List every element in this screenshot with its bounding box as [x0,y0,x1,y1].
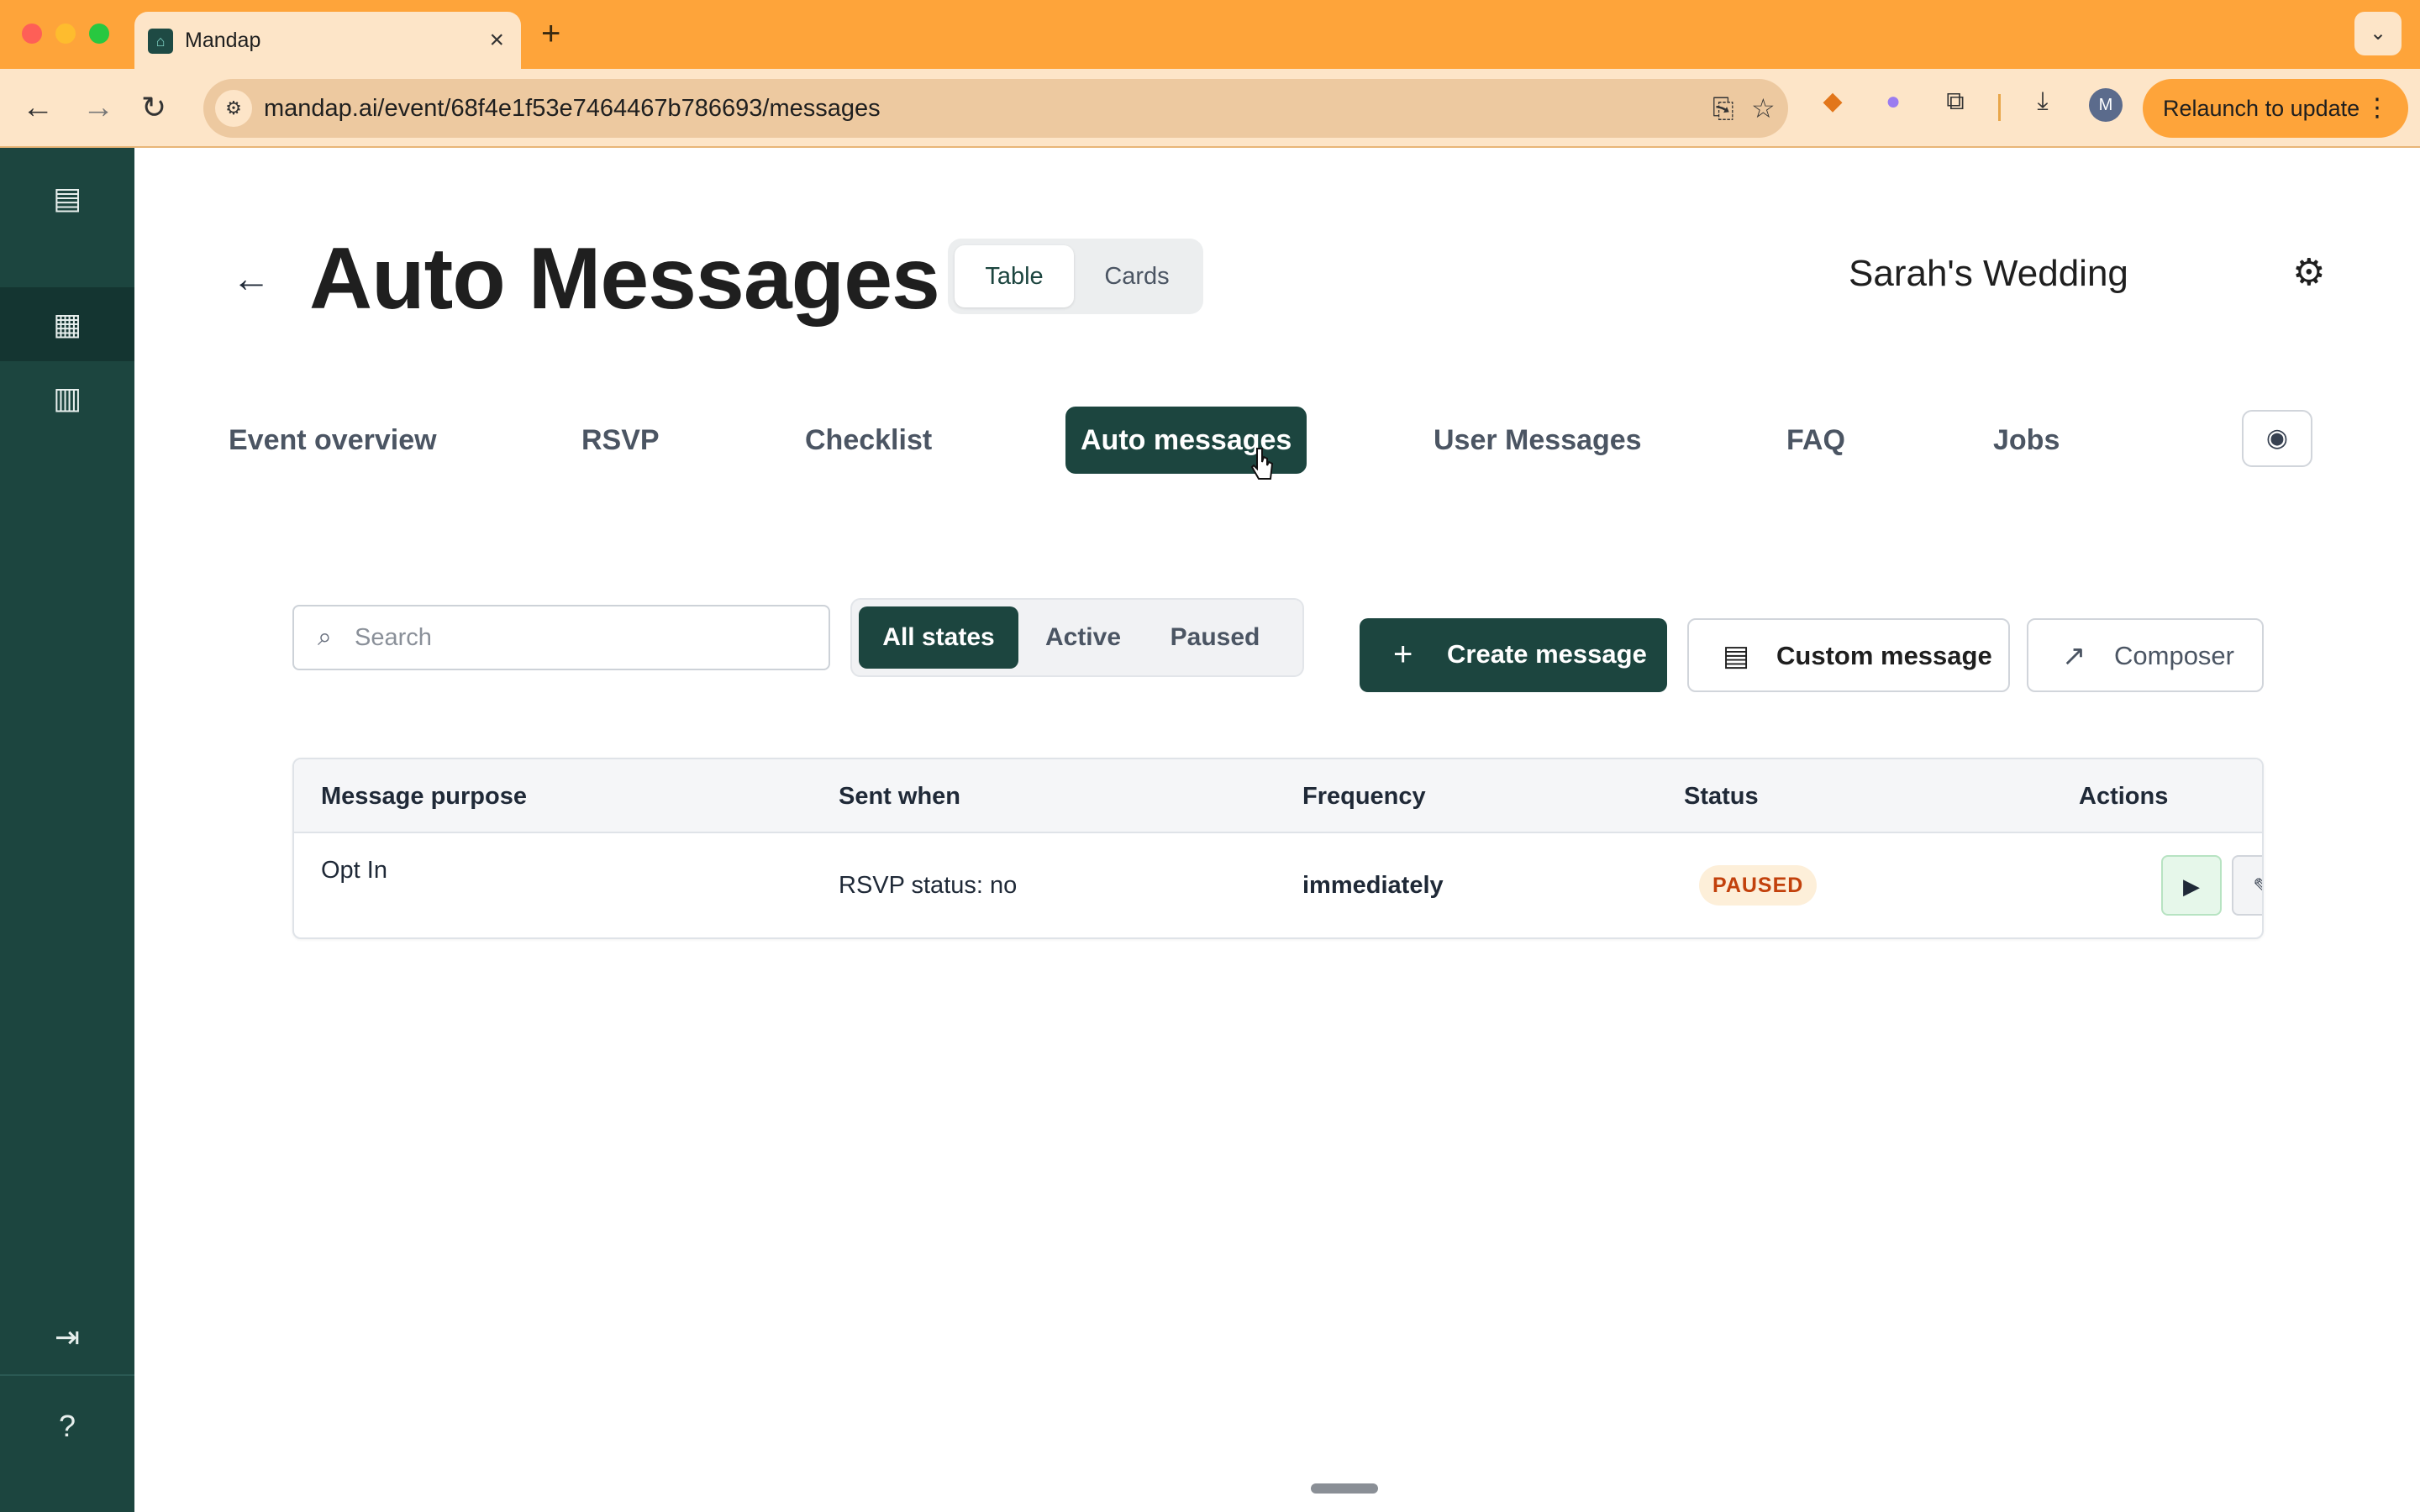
cell-sent-when: RSVP status: no [839,872,1018,899]
composer-button[interactable]: ↗ Composer [2027,618,2264,692]
event-name: Sarah's Wedding [1849,253,2128,294]
tab-title: Mandap [185,29,261,52]
tab-faq[interactable]: FAQ [1786,407,1845,474]
tab-close-icon[interactable]: × [489,12,504,69]
browser-tab[interactable]: ⌂ Mandap × [134,12,521,69]
filter-paused[interactable]: Paused [1148,606,1282,669]
site-favicon-icon: ⌂ [148,29,173,54]
building-icon: ▥ [52,381,82,415]
site-info-icon[interactable]: ⚙ [215,90,252,127]
extensions-puzzle-icon[interactable]: ⧉ [1938,84,1973,119]
app-sidebar: ▤ ▦ ▥ ⇥ ? [0,148,134,1512]
kebab-menu-icon[interactable]: ⋮ [2365,79,2390,138]
window-zoom-dot[interactable] [89,24,109,44]
tab-rsvp[interactable]: RSVP [581,407,660,474]
forward-arrow-icon[interactable]: → [82,87,114,128]
column-header-actions: Actions [2079,783,2169,810]
search-input[interactable] [355,608,808,667]
bookmark-star-icon[interactable]: ☆ [1751,79,1776,138]
sidebar-item-help[interactable]: ? [0,1389,134,1463]
browser-tab-bar: ⌂ Mandap × + ⌄ [0,0,2420,69]
scroll-handle[interactable] [1311,1483,1378,1494]
cell-purpose: Opt In [321,857,387,884]
tab-event-overview[interactable]: Event overview [229,407,437,474]
resume-button[interactable]: ▶ [2161,855,2222,916]
window-minimize-dot[interactable] [55,24,76,44]
table-row[interactable]: Opt In RSVP status: no immediately PAUSE… [294,833,2262,937]
main-content: ← Auto Messages Table Cards Sarah's Wedd… [134,148,2420,1512]
gear-icon[interactable]: ⚙ [2292,252,2325,294]
pencil-icon: ✎ [2253,874,2262,899]
cell-frequency: immediately [1302,872,1444,899]
search-icon: ⌕ [318,623,332,651]
plus-icon: + [1393,636,1413,673]
sidebar-item-events[interactable]: ▦ [0,287,134,361]
tab-checklist[interactable]: Checklist [805,407,932,474]
column-header-purpose[interactable]: Message purpose [321,759,527,833]
column-header-status[interactable]: Status [1684,759,1759,833]
state-filter: All states Active Paused [850,598,1304,677]
tab-user-messages[interactable]: User Messages [1434,407,1642,474]
browser-toolbar: ← → ↻ ⚙ mandap.ai/event/68f4e1f53e746446… [0,69,2420,148]
toolbar-divider [1998,94,2001,121]
downloads-icon[interactable]: ⤓ [2025,84,2060,119]
tab-jobs[interactable]: Jobs [1993,407,2060,474]
search-field[interactable]: ⌕ [292,605,830,670]
preview-eye-button[interactable]: ◉ [2242,410,2312,467]
view-table-button[interactable]: Table [955,245,1074,307]
back-arrow-icon[interactable]: ← [22,87,54,128]
url-text[interactable]: mandap.ai/event/68f4e1f53e7464467b786693… [264,79,881,138]
logout-icon: ⇥ [54,1320,81,1354]
page-title: Auto Messages [309,230,940,328]
messages-table: Message purpose Sent when Frequency Stat… [292,758,2264,939]
brain-extension-icon[interactable]: ● [1876,84,1911,119]
relaunch-button[interactable]: Relaunch to update ⋮ [2143,79,2408,138]
sidebar-toggle-icon[interactable]: ▤ [0,161,134,235]
mouse-pointer-icon [1250,448,1274,480]
eye-icon: ◉ [2265,424,2289,452]
reload-icon[interactable]: ↻ [141,87,166,128]
column-header-sent-when[interactable]: Sent when [839,759,960,833]
column-header-frequency[interactable]: Frequency [1302,759,1426,833]
sidebar-item-logout[interactable]: ⇥ [0,1300,134,1374]
view-cards-button[interactable]: Cards [1077,245,1197,307]
custom-message-button[interactable]: ▤ Custom message [1687,618,2010,692]
open-external-icon: ↗ [2062,640,2086,672]
table-header: Message purpose Sent when Frequency Stat… [294,759,2262,833]
composer-label: Composer [2114,641,2234,670]
new-tab-icon[interactable]: + [541,12,560,55]
relaunch-label: Relaunch to update [2163,96,2360,121]
sidebar-item-venues[interactable]: ▥ [0,361,134,435]
create-message-button[interactable]: + Create message [1360,618,1667,692]
address-bar[interactable]: ⚙ mandap.ai/event/68f4e1f53e7464467b7866… [203,79,1788,138]
create-message-label: Create message [1447,639,1647,669]
filter-all-states[interactable]: All states [859,606,1018,669]
view-toggle: Table Cards [948,239,1203,314]
metamask-extension-icon[interactable]: ◆ [1815,84,1850,119]
chat-bubble-icon: ▤ [1723,640,1750,672]
calendar-icon: ▦ [52,307,82,341]
play-icon: ▶ [2183,874,2200,899]
edit-button[interactable]: ✎ [2232,855,2262,916]
status-badge: PAUSED [1699,865,1818,906]
profile-avatar[interactable]: M [2089,88,2123,122]
filter-active[interactable]: Active [1028,606,1138,669]
help-icon: ? [58,1409,76,1443]
install-app-icon[interactable]: ⎘ [1712,79,1734,138]
tab-search-chevron-icon[interactable]: ⌄ [2354,12,2402,55]
custom-message-label: Custom message [1776,641,1992,670]
window-close-dot[interactable] [22,24,42,44]
back-arrow-icon[interactable]: ← [232,257,271,299]
sidebar-divider [0,1374,134,1376]
